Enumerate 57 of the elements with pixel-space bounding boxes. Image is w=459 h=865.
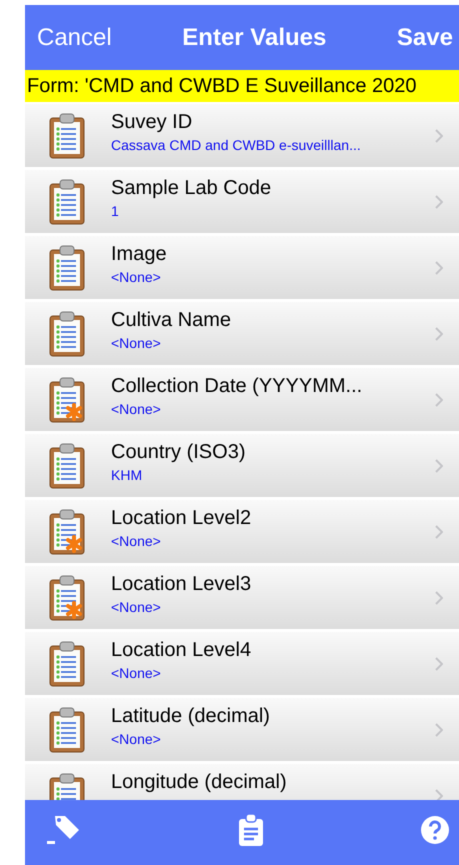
- field-value: <None>: [111, 665, 162, 681]
- field-label: Longitude (decimal): [111, 771, 288, 794]
- clipboard-icon: [49, 310, 85, 356]
- field-row[interactable]: Location Level3 <None>: [25, 566, 459, 629]
- field-row[interactable]: Sample Lab Code 1: [25, 170, 459, 233]
- field-value: <None>: [111, 533, 162, 549]
- field-value: <None>: [111, 599, 162, 615]
- screen-title: Enter Values: [182, 24, 326, 52]
- clipboard-icon: [49, 442, 85, 488]
- field-label: Sample Lab Code: [111, 177, 272, 200]
- chevron-icon: [435, 128, 443, 142]
- field-label: Location Level2: [111, 507, 252, 530]
- form-name: Form: 'CMD and CWBD E Suveillance 2020: [26, 74, 417, 99]
- chevron-icon: [435, 458, 443, 472]
- clipboard-icon: [49, 178, 85, 224]
- field-row[interactable]: Location Level2 <None>: [25, 500, 459, 563]
- clipboard-icon: [49, 706, 85, 752]
- field-value: <None>: [111, 269, 162, 285]
- clipboard-icon: [49, 640, 85, 686]
- field-row[interactable]: Latitude (decimal) <None>: [25, 698, 459, 761]
- field-row[interactable]: Image <None>: [25, 236, 459, 299]
- chevron-icon: [435, 326, 443, 340]
- chevron-icon: [435, 590, 443, 604]
- cancel-button[interactable]: Cancel: [37, 24, 112, 52]
- field-value: <None>: [111, 335, 162, 351]
- field-row[interactable]: Collection Date (YYYYMM... <None>: [25, 368, 459, 431]
- clipboard-icon[interactable]: [239, 814, 263, 846]
- field-label: Cultiva Name: [111, 309, 232, 332]
- field-value: <None>: [111, 401, 162, 417]
- field-label: Collection Date (YYYYMM...: [111, 375, 364, 398]
- field-row[interactable]: Longitude (decimal): [25, 764, 459, 800]
- field-row[interactable]: Country (ISO3) KHM: [25, 434, 459, 497]
- field-row[interactable]: Cultiva Name <None>: [25, 302, 459, 365]
- field-label: Location Level3: [111, 573, 252, 596]
- field-row[interactable]: Suvey ID Cassava CMD and CWBD e-suveilllan...: [25, 104, 459, 167]
- chevron-icon: [435, 722, 443, 736]
- field-label: Suvey ID: [111, 111, 194, 134]
- field-label: Country (ISO3): [111, 441, 246, 464]
- field-row[interactable]: Location Level4 <None>: [25, 632, 459, 695]
- save-button[interactable]: Save: [396, 24, 453, 52]
- field-label: Image: [111, 243, 168, 266]
- chevron-icon: [435, 656, 443, 670]
- field-label: Latitude (decimal): [111, 705, 271, 728]
- chevron-icon: [435, 788, 443, 800]
- field-label: Location Level4: [111, 639, 252, 662]
- help-icon[interactable]: [421, 816, 449, 844]
- field-value: KHM: [111, 467, 144, 483]
- tag-icon[interactable]: [47, 814, 81, 846]
- chevron-icon: [435, 524, 443, 538]
- chevron-icon: [435, 260, 443, 274]
- field-value: Cassava CMD and CWBD e-suveilllan...: [111, 137, 362, 153]
- field-value: 1: [111, 203, 120, 219]
- chevron-icon: [435, 392, 443, 406]
- clipboard-icon: [49, 112, 85, 158]
- chevron-icon: [435, 194, 443, 208]
- clipboard-icon: [49, 244, 85, 290]
- field-value: <None>: [111, 731, 162, 747]
